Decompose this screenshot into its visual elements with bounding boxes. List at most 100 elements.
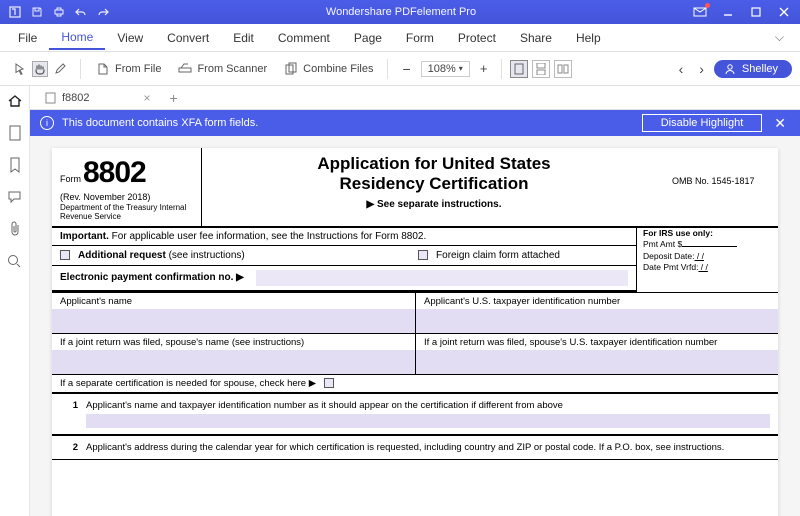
row1-number: 1 (52, 394, 86, 434)
date-slashes-2: / / (698, 262, 707, 272)
close-banner-icon[interactable]: ✕ (770, 115, 790, 132)
row2-text: Applicant's address during the calendar … (86, 442, 724, 453)
view-continuous-icon[interactable] (532, 60, 550, 78)
document-view[interactable]: Form8802 (Rev. November 2018) Department… (30, 136, 800, 516)
save-icon[interactable] (30, 5, 44, 19)
zoom-out-button[interactable]: − (396, 61, 416, 77)
combine-icon (283, 61, 299, 77)
menu-file[interactable]: File (6, 26, 49, 49)
select-tool-icon[interactable] (12, 61, 28, 77)
pdf-page: Form8802 (Rev. November 2018) Department… (52, 148, 778, 516)
menu-share[interactable]: Share (508, 26, 564, 49)
titlebar: Wondershare PDFelement Pro (0, 0, 800, 24)
important-text: For applicable user fee information, see… (109, 231, 426, 242)
tin-label: Applicant's U.S. taxpayer identification… (424, 296, 620, 307)
form-revision: (Rev. November 2018) (60, 192, 193, 202)
comment-icon[interactable] (6, 188, 24, 206)
additional-request-label-t: (see instructions) (166, 250, 245, 261)
maximize-icon[interactable] (744, 2, 768, 22)
spouse-name-label: If a joint return was filed, spouse's na… (60, 337, 304, 348)
row1-field[interactable] (86, 414, 770, 428)
foreign-claim-checkbox[interactable] (418, 250, 428, 260)
important-bold: Important. (60, 231, 109, 242)
banner-text: This document contains XFA form fields. (62, 117, 258, 129)
info-icon: i (40, 116, 54, 130)
menu-home[interactable]: Home (49, 25, 105, 50)
hand-tool-icon[interactable] (32, 61, 48, 77)
window-title: Wondershare PDFelement Pro (118, 6, 684, 18)
nav-next-button[interactable]: › (693, 58, 710, 80)
from-file-button[interactable]: From File (89, 58, 167, 80)
form-word: Form (60, 174, 81, 184)
menu-help[interactable]: Help (564, 26, 613, 49)
tab-close-icon[interactable]: × (142, 91, 153, 105)
form-department: Department of the Treasury Internal Reve… (60, 204, 193, 222)
tab-f8802[interactable]: f8802 × (36, 87, 162, 108)
search-icon[interactable] (6, 252, 24, 270)
add-tab-button[interactable]: + (162, 90, 186, 106)
additional-request-label-b: Additional request (78, 250, 166, 261)
menu-page[interactable]: Page (342, 26, 394, 49)
tab-doc-icon (45, 92, 56, 104)
date-slashes-1: / / (695, 251, 704, 261)
close-window-icon[interactable] (772, 2, 796, 22)
nav-prev-button[interactable]: ‹ (673, 58, 690, 80)
spouse-name-field[interactable] (52, 350, 415, 374)
combine-files-button[interactable]: Combine Files (277, 58, 379, 80)
applicant-name-field[interactable] (52, 309, 415, 333)
see-instructions: ▶ See separate instructions. (206, 199, 662, 210)
menu-view[interactable]: View (105, 26, 155, 49)
from-file-label: From File (115, 63, 161, 75)
row2-number: 2 (52, 436, 86, 459)
additional-request-checkbox[interactable] (60, 250, 70, 260)
toolbar: From File From Scanner Combine Files − 1… (0, 52, 800, 86)
view-two-page-icon[interactable] (554, 60, 572, 78)
irs-only-label: For IRS use only: (643, 228, 778, 239)
date-pmt-label: Date Pmt Vrfd: (643, 262, 698, 272)
form-title-l2: Residency Certification (340, 174, 529, 193)
form-title-l1: Application for United States (317, 154, 550, 173)
irs-use-only-box: For IRS use only: Pmt Amt $ Deposit Date… (636, 228, 778, 292)
spouse-tin-label: If a joint return was filed, spouse's U.… (424, 337, 717, 348)
menubar: File Home View Convert Edit Comment Page… (0, 24, 800, 52)
disable-highlight-button[interactable]: Disable Highlight (642, 114, 763, 132)
thumbnail-icon[interactable] (6, 124, 24, 142)
separate-cert-label: If a separate certification is needed fo… (60, 378, 316, 389)
chevron-down-icon: ▾ (459, 64, 463, 73)
home-icon[interactable] (6, 92, 24, 110)
mail-icon[interactable] (688, 2, 712, 22)
attachment-icon[interactable] (6, 220, 24, 238)
redo-icon[interactable] (96, 5, 110, 19)
menu-comment[interactable]: Comment (266, 26, 342, 49)
file-icon (95, 61, 111, 77)
minimize-icon[interactable] (716, 2, 740, 22)
zoom-in-button[interactable]: + (474, 61, 494, 76)
menu-protect[interactable]: Protect (446, 26, 508, 49)
zoom-level[interactable]: 108% ▾ (421, 61, 470, 77)
print-icon[interactable] (52, 5, 66, 19)
applicant-name-label: Applicant's name (60, 296, 132, 307)
view-single-page-icon[interactable] (510, 60, 528, 78)
menu-edit[interactable]: Edit (221, 26, 266, 49)
foreign-claim-label: Foreign claim form attached (436, 250, 560, 261)
from-scanner-button[interactable]: From Scanner (171, 58, 273, 80)
row1-text: Applicant's name and taxpayer identifica… (86, 400, 563, 411)
user-icon (724, 63, 736, 75)
menu-convert[interactable]: Convert (155, 26, 221, 49)
edit-tool-icon[interactable] (52, 61, 68, 77)
user-name: Shelley (742, 63, 778, 75)
tin-field[interactable] (416, 309, 778, 333)
econf-field[interactable] (256, 270, 628, 286)
menu-form[interactable]: Form (394, 26, 446, 49)
user-pill[interactable]: Shelley (714, 60, 792, 78)
combine-label: Combine Files (303, 63, 373, 75)
bookmark-icon[interactable] (6, 156, 24, 174)
spouse-tin-field[interactable] (416, 350, 778, 374)
scanner-icon (177, 61, 193, 77)
deposit-date-label: Deposit Date: (643, 251, 695, 261)
undo-icon[interactable] (74, 5, 88, 19)
from-scanner-label: From Scanner (197, 63, 267, 75)
separate-cert-checkbox[interactable] (324, 378, 334, 388)
tabstrip: f8802 × + (30, 86, 800, 110)
collapse-ribbon-icon[interactable]: ⌵ (765, 30, 794, 45)
